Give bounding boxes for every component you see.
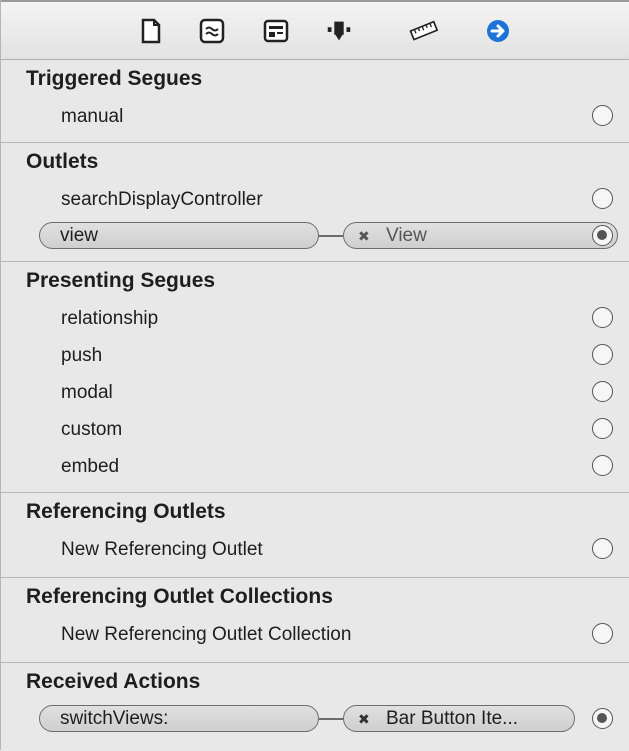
connection-line (319, 235, 343, 237)
section-triggered-segues: Triggered Segues manual (1, 60, 629, 143)
outlet-source-pill: view (39, 222, 319, 249)
outlet-label: New Referencing Outlet (61, 539, 263, 560)
action-target-pill: ✖ Bar Button Ite... (343, 705, 575, 732)
connection-circle[interactable] (592, 307, 613, 328)
connection-circle[interactable] (592, 538, 613, 559)
connections-inspector-icon[interactable] (483, 16, 513, 46)
action-name: switchViews: (60, 708, 169, 729)
connected-outlet-row: view ✖ View (1, 218, 629, 255)
disconnect-icon[interactable]: ✖ (358, 707, 370, 732)
segue-label: modal (61, 382, 113, 403)
list-item: push (1, 337, 629, 374)
section-title: Received Actions (26, 670, 201, 693)
segue-label: relationship (61, 308, 159, 329)
connection-circle[interactable] (592, 105, 613, 126)
list-item: custom (1, 411, 629, 448)
connection-circle[interactable] (592, 623, 613, 644)
segue-label: embed (61, 456, 120, 477)
outlet-name: view (60, 225, 99, 246)
list-item: searchDisplayController (1, 181, 629, 218)
section-outlets: Outlets searchDisplayController view ✖ V… (1, 143, 629, 262)
connection-circle-filled[interactable] (592, 708, 613, 729)
connection-circle-filled[interactable] (592, 225, 613, 246)
attributes-inspector-icon[interactable] (324, 16, 354, 46)
list-item: embed (1, 448, 629, 485)
segue-label: push (61, 345, 103, 366)
connection-circle[interactable] (592, 381, 613, 402)
list-item: relationship (1, 300, 629, 337)
size-inspector-icon[interactable] (409, 16, 439, 46)
identity-inspector-icon[interactable] (261, 16, 291, 46)
list-item: modal (1, 374, 629, 411)
section-title: Presenting Segues (26, 269, 216, 292)
outlet-collection-label: New Referencing Outlet Collection (61, 624, 352, 645)
outlet-label: searchDisplayController (61, 189, 263, 210)
outlet-target-pill: ✖ View (343, 222, 618, 249)
connection-circle[interactable] (592, 188, 613, 209)
section-referencing-outlets: Referencing Outlets New Referencing Outl… (1, 493, 629, 578)
section-received-actions: Received Actions switchViews: ✖ Bar Butt… (1, 663, 629, 751)
section-title: Referencing Outlet Collections (26, 585, 333, 608)
connection-line (319, 718, 343, 720)
section-title: Triggered Segues (26, 67, 203, 90)
segue-label: custom (61, 419, 123, 440)
list-item: manual (1, 98, 629, 135)
connection-circle[interactable] (592, 344, 613, 365)
section-referencing-outlet-collections: Referencing Outlet Collections New Refer… (1, 578, 629, 663)
connection-circle[interactable] (592, 418, 613, 439)
quick-help-icon[interactable] (197, 16, 227, 46)
inspector-toolbar (1, 0, 629, 60)
disconnect-icon[interactable]: ✖ (358, 224, 370, 249)
list-item: New Referencing Outlet Collection (1, 616, 629, 653)
list-item: New Referencing Outlet (1, 531, 629, 568)
segue-label: manual (61, 106, 124, 127)
section-presenting-segues: Presenting Segues relationship push moda… (1, 262, 629, 493)
file-inspector-icon[interactable] (136, 16, 166, 46)
outlet-target: View (386, 225, 427, 246)
connected-action-row: switchViews: ✖ Bar Button Ite... (1, 701, 629, 738)
connections-inspector: Triggered Segues manual Outlets searchDi… (0, 0, 629, 750)
action-source-pill: switchViews: (39, 705, 319, 732)
action-target: Bar Button Ite... (386, 708, 519, 729)
section-title: Outlets (26, 150, 99, 173)
connection-circle[interactable] (592, 455, 613, 476)
section-title: Referencing Outlets (26, 500, 226, 523)
